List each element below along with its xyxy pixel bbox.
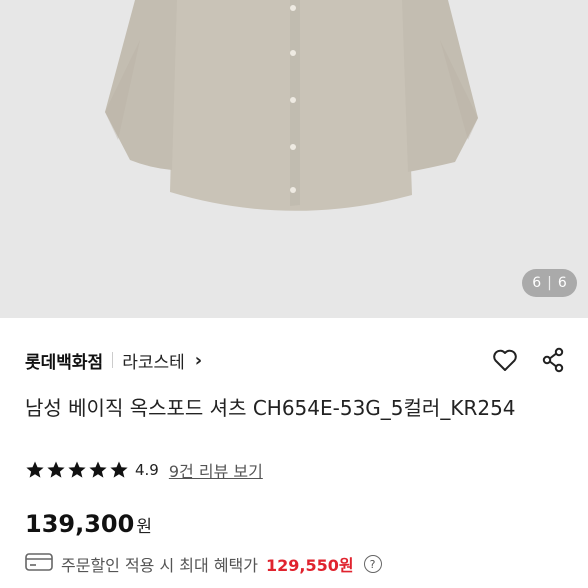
product-title: 남성 베이직 옥스포드 셔츠 CH654E-53G_5컬러_KR254 <box>25 396 516 420</box>
rating-row: 4.9 9건 리뷰 보기 <box>25 458 263 482</box>
rating-stars <box>25 460 129 480</box>
share-icon[interactable] <box>538 345 568 375</box>
heart-icon[interactable] <box>490 345 520 375</box>
image-page-indicator: 6 | 6 <box>522 269 577 297</box>
star-icon <box>89 461 107 478</box>
benefit-price: 129,550원 <box>265 556 354 575</box>
store-name[interactable]: 롯데백화점 <box>25 348 103 373</box>
product-image <box>105 0 478 211</box>
benefit-label: 주문할인 적용 시 최대 혜택가 <box>61 556 258 575</box>
currency-label: 원 <box>136 517 152 537</box>
product-actions <box>490 345 568 375</box>
store-divider <box>112 352 114 368</box>
card-icon <box>25 552 53 576</box>
page-separator: | <box>547 275 552 291</box>
rating-score: 4.9 <box>135 461 159 479</box>
help-icon[interactable]: ? <box>363 555 382 573</box>
total-pages: 6 <box>557 275 567 291</box>
benefit-row: 주문할인 적용 시 최대 혜택가 129,550원 ? <box>25 551 382 577</box>
star-icon <box>26 461 44 478</box>
star-icon <box>68 461 86 478</box>
current-page: 6 <box>532 275 542 291</box>
star-icon <box>110 461 128 478</box>
store-row: 롯데백화점 라코스테 › <box>25 345 568 375</box>
star-icon <box>47 461 65 478</box>
product-price: 139,300 <box>25 510 135 538</box>
brand-link[interactable]: 라코스테 › <box>122 348 202 373</box>
price-row: 139,300 원 <box>25 510 152 538</box>
product-image-gallery[interactable]: 6 | 6 <box>0 0 588 318</box>
brand-name: 라코스테 <box>122 352 185 373</box>
review-link[interactable]: 9건 리뷰 보기 <box>169 458 263 482</box>
chevron-right-icon: › <box>194 349 203 371</box>
